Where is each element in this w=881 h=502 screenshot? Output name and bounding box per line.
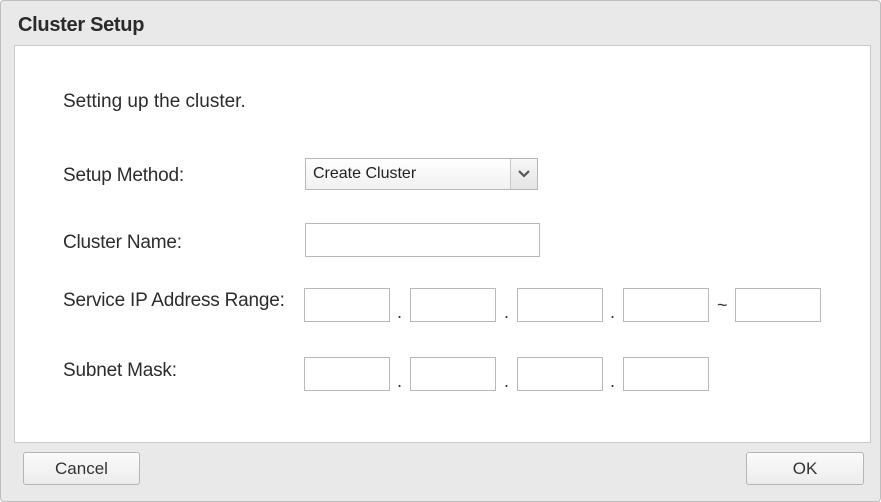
ip-dot-separator: . (397, 371, 403, 391)
subnet-mask-octet-3-input[interactable] (517, 357, 603, 391)
subnet-mask-octet-2-input[interactable] (410, 357, 496, 391)
service-ip-octet-1-input[interactable] (304, 288, 390, 322)
intro-text: Setting up the cluster. (63, 91, 246, 112)
ip-dot-separator: . (504, 371, 510, 391)
dialog-content-panel: Setting up the cluster. Setup Method: Cr… (14, 45, 871, 443)
cluster-name-label: Cluster Name: (63, 232, 182, 253)
setup-method-selected-value: Create Cluster (313, 165, 417, 182)
cancel-button[interactable]: Cancel (23, 452, 140, 485)
cluster-setup-dialog: Cluster Setup Setting up the cluster. Se… (0, 0, 881, 502)
service-ip-octet-4-input[interactable] (623, 288, 709, 322)
ip-dot-separator: . (610, 371, 616, 391)
setup-method-label: Setup Method: (63, 165, 184, 186)
subnet-mask-octet-1-input[interactable] (304, 357, 390, 391)
ip-dot-separator: . (504, 302, 510, 322)
subnet-mask-octet-4-input[interactable] (623, 357, 709, 391)
service-ip-octet-3-input[interactable] (517, 288, 603, 322)
dialog-title: Cluster Setup (18, 14, 145, 36)
cluster-name-input[interactable] (305, 223, 540, 257)
chevron-down-icon[interactable] (510, 159, 537, 189)
service-ip-range-end-input[interactable] (735, 288, 821, 322)
ip-dot-separator: . (397, 302, 403, 322)
setup-method-select[interactable]: Create Cluster (305, 158, 538, 190)
service-ip-octet-2-input[interactable] (410, 288, 496, 322)
service-ip-range-label: Service IP Address Range: (63, 290, 285, 311)
ip-dot-separator: . (610, 302, 616, 322)
ok-button[interactable]: OK (746, 452, 864, 485)
subnet-mask-label: Subnet Mask: (63, 360, 177, 381)
range-tilde-separator: ~ (717, 295, 728, 315)
